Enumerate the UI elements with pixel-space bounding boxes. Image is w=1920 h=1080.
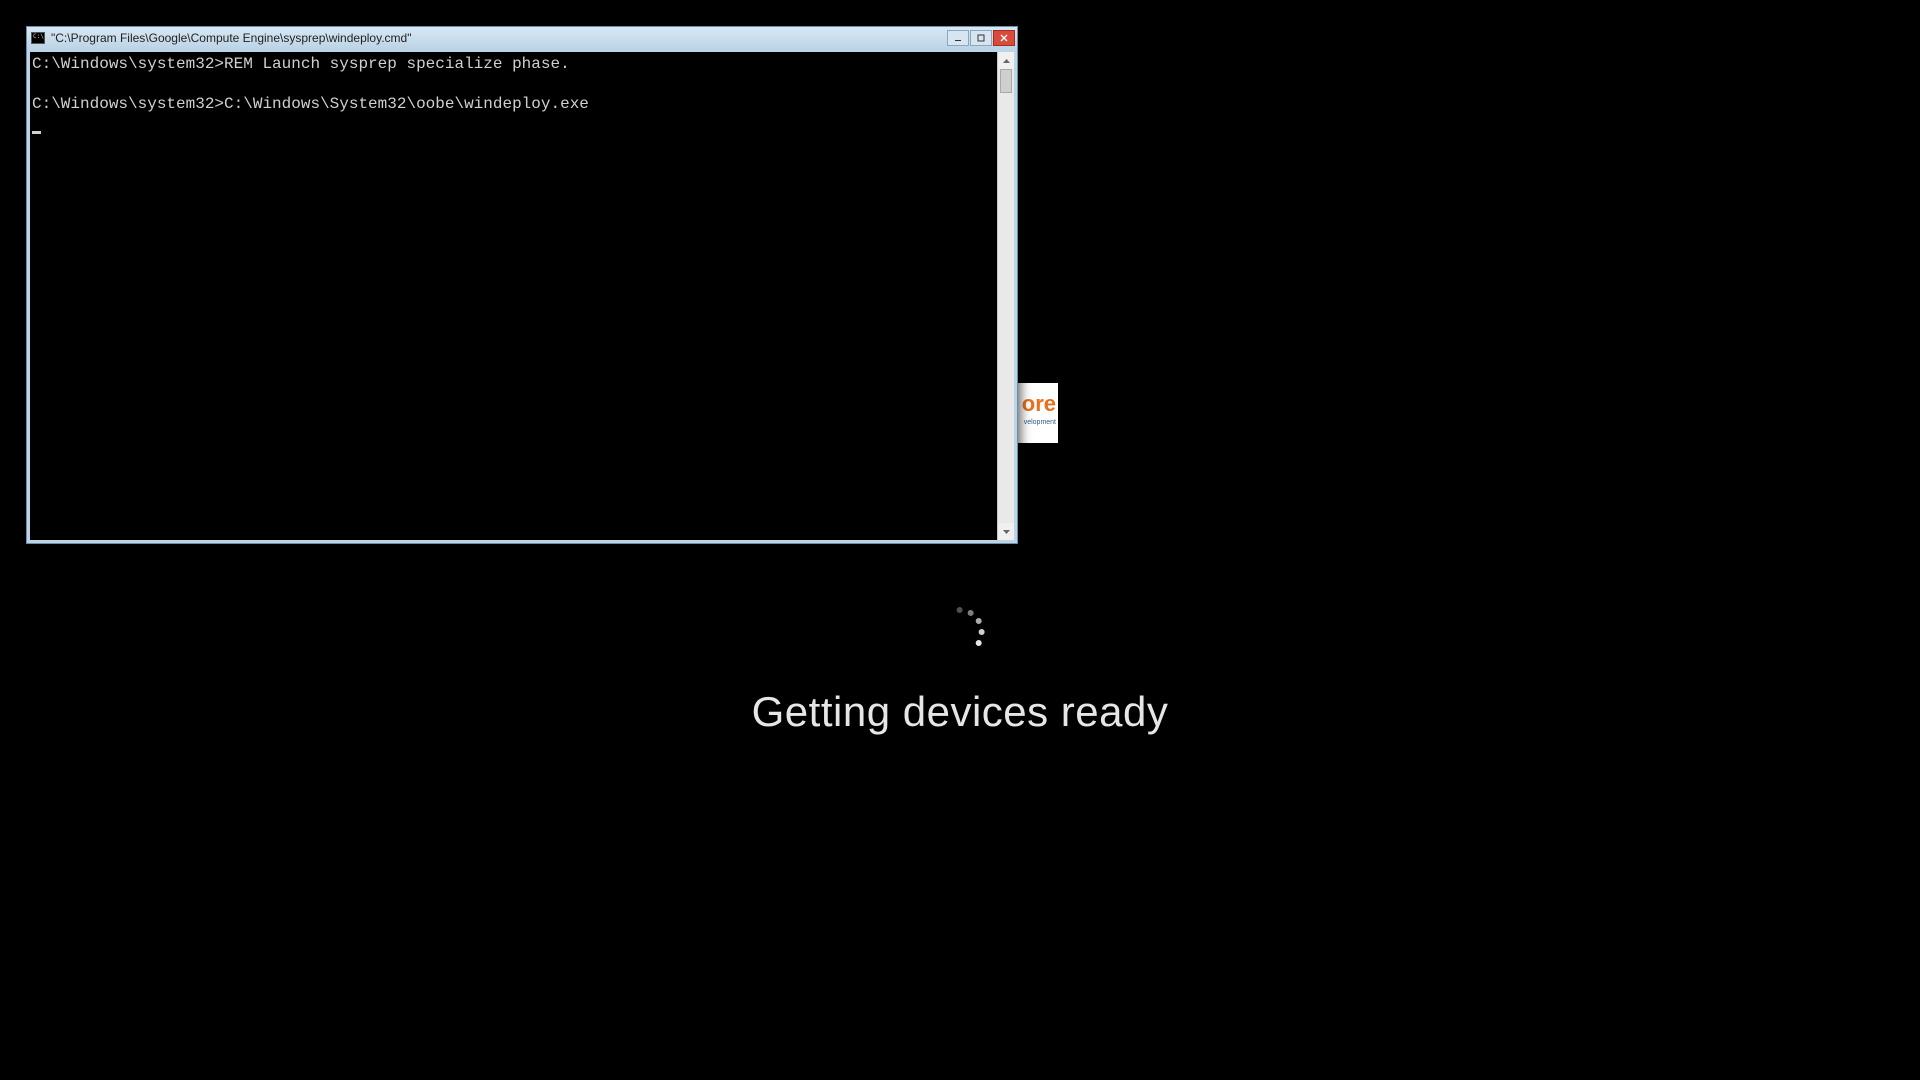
titlebar[interactable]: "C:\Program Files\Google\Compute Engine\… (27, 27, 1017, 49)
scroll-down-button[interactable] (998, 523, 1014, 540)
chevron-up-icon (1003, 59, 1010, 63)
cmd-app-icon (31, 32, 45, 44)
logo-fragment-text: ore (1022, 391, 1056, 416)
minimize-icon (954, 34, 962, 42)
client-area: C:\Windows\system32>REM Launch sysprep s… (30, 52, 1014, 540)
background-logo-card: ore velopment (1018, 383, 1058, 443)
scroll-thumb[interactable] (1000, 69, 1012, 93)
window-controls (946, 30, 1015, 46)
console-output[interactable]: C:\Windows\system32>REM Launch sysprep s… (30, 52, 997, 540)
close-button[interactable] (993, 30, 1015, 46)
loading-spinner-icon (932, 604, 988, 660)
logo-fragment-subtext: velopment (1020, 419, 1056, 426)
maximize-icon (977, 34, 985, 42)
window-title: "C:\Program Files\Google\Compute Engine\… (51, 31, 946, 45)
vertical-scrollbar[interactable] (997, 52, 1014, 540)
minimize-button[interactable] (947, 30, 969, 46)
scroll-up-button[interactable] (998, 52, 1014, 69)
boot-status: Getting devices ready (752, 604, 1169, 736)
command-prompt-window[interactable]: "C:\Program Files\Google\Compute Engine\… (26, 26, 1018, 544)
boot-status-text: Getting devices ready (752, 688, 1169, 736)
text-cursor (32, 131, 41, 134)
maximize-button[interactable] (970, 30, 992, 46)
chevron-down-icon (1003, 530, 1010, 534)
close-icon (1000, 34, 1008, 42)
scroll-track[interactable] (998, 69, 1014, 523)
